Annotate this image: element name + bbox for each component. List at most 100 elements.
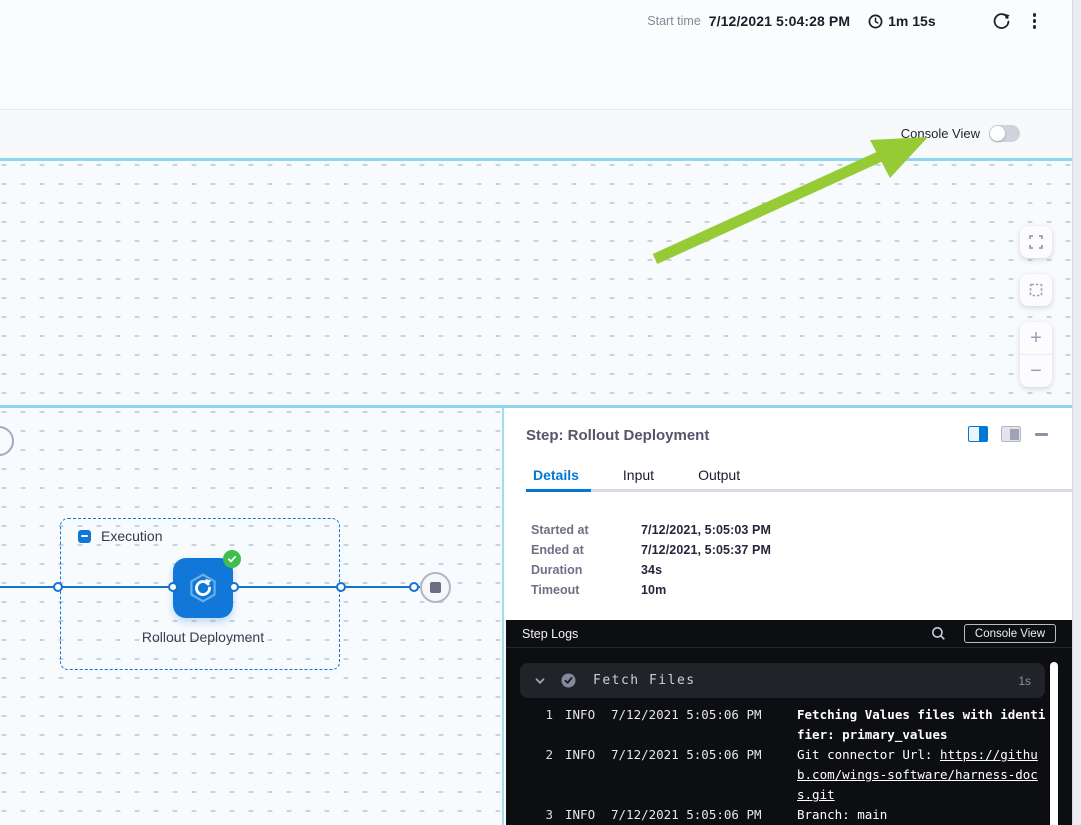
step-logs-panel: Step Logs Console View — [506, 620, 1072, 825]
tab-divider — [526, 489, 1072, 492]
step-logs-title: Step Logs — [522, 627, 578, 641]
step-details-panel: Step: Rollout Deployment Details Input O… — [506, 408, 1072, 825]
clock-icon — [868, 14, 883, 29]
log-level: INFO — [565, 805, 597, 825]
zoom-controls: + − — [1020, 322, 1052, 387]
rollout-step-icon — [186, 571, 220, 605]
detail-label: Timeout — [531, 583, 641, 597]
minus-icon: − — [1030, 361, 1042, 381]
log-group-fetch-files[interactable]: Fetch Files 1s — [520, 663, 1045, 698]
end-in-port — [409, 582, 419, 592]
log-line: 1 INFO 7/12/2021 5:05:06 PM Fetching Val… — [506, 705, 1054, 745]
log-line: 3 INFO 7/12/2021 5:05:06 PM Branch: main — [506, 805, 1054, 825]
step-logs-header: Step Logs Console View — [506, 620, 1072, 648]
detail-row: Duration 34s — [531, 560, 771, 580]
fullscreen-icon — [1029, 235, 1043, 249]
focus-selection-button[interactable] — [1020, 274, 1052, 306]
console-view-label: Console View — [901, 126, 980, 141]
console-view-button[interactable]: Console View — [964, 624, 1056, 643]
fullscreen-button[interactable] — [1020, 226, 1052, 258]
execution-header-meta: Start time 7/12/2021 5:04:28 PM 1m 15s — [647, 10, 1042, 32]
log-level: INFO — [565, 745, 597, 765]
log-timestamp: 7/12/2021 5:05:06 PM — [611, 745, 763, 765]
pipeline-canvas-upper[interactable]: + − — [0, 158, 1072, 405]
search-icon — [931, 626, 946, 641]
refresh-button[interactable] — [992, 12, 1011, 31]
step-panel-title: Step: Rollout Deployment — [526, 427, 709, 444]
log-search-button[interactable] — [931, 626, 946, 641]
pipeline-end-node[interactable] — [420, 572, 451, 603]
detail-value: 10m — [641, 583, 666, 597]
graph-toolbar: Console View — [0, 111, 1072, 158]
detail-row: Started at 7/12/2021, 5:05:03 PM — [531, 520, 771, 540]
collapse-group-button[interactable] — [78, 530, 91, 543]
panel-layout-bottom-icon[interactable] — [1001, 426, 1021, 442]
plus-icon: + — [1030, 328, 1042, 348]
minimize-panel-button[interactable] — [1034, 426, 1050, 442]
tab-input[interactable]: Input — [621, 467, 656, 483]
stop-icon — [430, 582, 441, 593]
node-label: Rollout Deployment — [133, 626, 273, 648]
toggle-knob — [990, 126, 1005, 141]
log-line-number: 2 — [532, 745, 553, 765]
log-message: Branch: main — [797, 805, 1047, 825]
pipeline-canvas-execution[interactable]: Execution Rollou — [0, 408, 504, 825]
active-tab-indicator — [526, 489, 591, 492]
step-tabs: Details Input Output — [531, 467, 742, 483]
marquee-select-icon — [1029, 283, 1043, 297]
detail-label: Started at — [531, 523, 641, 537]
execution-group-header: Execution — [78, 528, 162, 544]
kebab-icon — [1033, 13, 1036, 28]
console-view-toggle-group: Console View — [901, 125, 1020, 142]
elapsed-text: 1m 15s — [888, 13, 935, 29]
more-options-button[interactable] — [1027, 11, 1042, 30]
node-in-port — [168, 582, 178, 592]
elapsed-duration: 1m 15s — [868, 13, 935, 29]
offscreen-node-arc — [0, 426, 14, 456]
detail-label: Duration — [531, 563, 641, 577]
tab-details[interactable]: Details — [531, 467, 581, 483]
zoom-out-button[interactable]: − — [1020, 355, 1052, 387]
pipeline-execution-page: Start time 7/12/2021 5:04:28 PM 1m 15s C… — [0, 0, 1081, 825]
log-message-prefix: Git connector Url: — [797, 747, 940, 762]
log-line: 2 INFO 7/12/2021 5:05:06 PM Git connecto… — [506, 745, 1054, 805]
log-timestamp: 7/12/2021 5:05:06 PM — [611, 705, 763, 725]
panel-actions — [968, 426, 1050, 442]
log-line-number: 1 — [532, 705, 553, 725]
zoom-in-button[interactable]: + — [1020, 322, 1052, 354]
refresh-icon — [992, 12, 1011, 31]
lower-section: Execution Rollou — [0, 405, 1072, 825]
console-view-toggle[interactable] — [989, 125, 1020, 142]
panel-layout-right-icon[interactable] — [968, 426, 988, 442]
start-time-label: Start time — [647, 14, 701, 28]
log-line-number: 3 — [532, 805, 553, 825]
step-details-list: Started at 7/12/2021, 5:05:03 PM Ended a… — [531, 520, 771, 600]
success-badge — [223, 550, 241, 568]
log-lines: 1 INFO 7/12/2021 5:05:06 PM Fetching Val… — [506, 705, 1054, 825]
log-message: Git connector Url: https://github.com/wi… — [797, 745, 1047, 805]
log-level: INFO — [565, 705, 597, 725]
log-group-duration: 1s — [1018, 674, 1031, 688]
detail-label: Ended at — [531, 543, 641, 557]
tab-output[interactable]: Output — [696, 467, 742, 483]
chevron-down-icon — [534, 675, 546, 687]
page-edge-strip — [1072, 0, 1081, 825]
execution-header: Start time 7/12/2021 5:04:28 PM 1m 15s — [0, 0, 1072, 110]
detail-row: Ended at 7/12/2021, 5:05:37 PM — [531, 540, 771, 560]
detail-value: 7/12/2021, 5:05:03 PM — [641, 523, 771, 537]
detail-value: 7/12/2021, 5:05:37 PM — [641, 543, 771, 557]
log-message: Fetching Values files with identifier: p… — [797, 705, 1047, 745]
detail-row: Timeout 10m — [531, 580, 771, 600]
canvas-controls: + − — [1020, 226, 1052, 387]
log-group-name: Fetch Files — [593, 673, 696, 688]
node-out-port — [229, 582, 239, 592]
group-out-port — [336, 582, 346, 592]
log-scrollbar[interactable] — [1050, 662, 1058, 825]
rollout-deployment-node[interactable] — [173, 558, 233, 618]
detail-value: 34s — [641, 563, 662, 577]
execution-group-label: Execution — [101, 528, 162, 544]
log-timestamp: 7/12/2021 5:05:06 PM — [611, 805, 763, 825]
start-time-value: 7/12/2021 5:04:28 PM — [709, 13, 850, 29]
step-success-icon — [561, 673, 576, 688]
group-in-port — [53, 582, 63, 592]
